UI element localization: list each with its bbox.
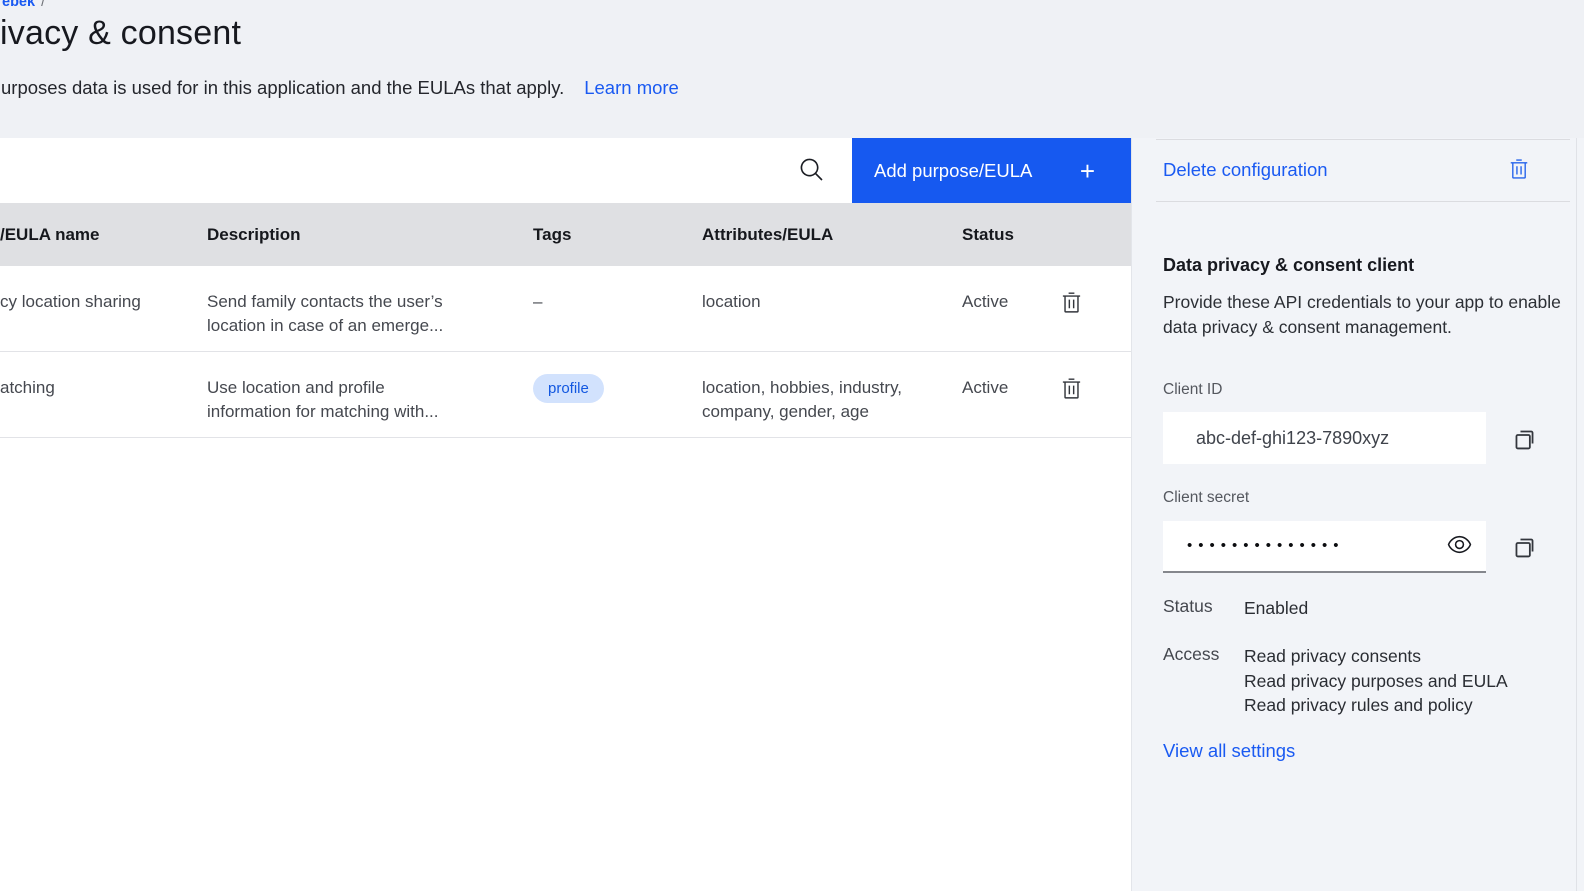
client-secret-field[interactable]: ••••••••••••••: [1163, 521, 1486, 573]
add-purpose-eula-button[interactable]: Add purpose/EULA +: [852, 138, 1131, 203]
learn-more-link[interactable]: Learn more: [584, 77, 679, 98]
column-header-status: Status: [962, 225, 1058, 245]
status-label: Status: [1163, 596, 1244, 621]
breadcrumb-separator: /: [41, 0, 45, 10]
section-description: Provide these API credentials to your ap…: [1163, 290, 1561, 339]
plus-icon: +: [1080, 158, 1095, 184]
delete-row-button[interactable]: [1060, 377, 1083, 403]
attributes-line: location, hobbies, industry,: [702, 376, 938, 400]
trash-icon: [1060, 302, 1083, 317]
column-header-attributes: Attributes/EULA: [702, 225, 962, 245]
attributes-line: company, gender, age: [702, 400, 938, 424]
add-purpose-eula-label: Add purpose/EULA: [874, 160, 1032, 182]
column-header-tags: Tags: [533, 225, 702, 245]
status-value: Active: [962, 376, 1058, 400]
copy-icon: [1512, 548, 1537, 563]
eye-icon: [1447, 532, 1472, 560]
access-value-line: Read privacy rules and policy: [1244, 693, 1508, 718]
table-toolbar: Add purpose/EULA +: [0, 138, 1131, 203]
trash-icon: [1060, 388, 1083, 403]
description-line: Send family contacts the user’s: [207, 290, 509, 314]
purpose-name: atching: [0, 376, 207, 400]
page-subtitle-row: urposes data is used for in this applica…: [1, 77, 679, 99]
purpose-name: cy location sharing: [0, 290, 207, 314]
status-value: Enabled: [1244, 596, 1308, 621]
access-row: Access Read privacy consents Read privac…: [1163, 644, 1508, 718]
attributes-line: location: [702, 290, 938, 314]
description-line: Use location and profile: [207, 376, 509, 400]
breadcrumb[interactable]: ebek /: [2, 0, 45, 10]
breadcrumb-link[interactable]: ebek: [2, 0, 35, 10]
access-label: Access: [1163, 644, 1244, 718]
tag-pill: profile: [533, 374, 604, 403]
purpose-tags: –: [533, 290, 702, 314]
table-row[interactable]: cy location sharing Send family contacts…: [0, 266, 1131, 352]
copy-client-id-button[interactable]: [1511, 427, 1537, 453]
search-button[interactable]: [787, 146, 837, 196]
access-value-line: Read privacy purposes and EULA: [1244, 669, 1508, 694]
purpose-attributes: location, hobbies, industry, company, ge…: [702, 376, 962, 424]
section-heading: Data privacy & consent client: [1163, 255, 1414, 276]
view-all-settings-link[interactable]: View all settings: [1163, 740, 1295, 762]
side-panel: Delete configuration Data privacy & cons…: [1131, 138, 1584, 891]
description-line: information for matching with...: [207, 400, 509, 424]
access-values: Read privacy consents Read privacy purpo…: [1244, 644, 1508, 718]
client-id-label: Client ID: [1163, 381, 1222, 399]
column-header-description: Description: [207, 225, 533, 245]
copy-client-secret-button[interactable]: [1511, 535, 1537, 561]
table-header-row: /EULA name Description Tags Attributes/E…: [0, 203, 1131, 266]
purpose-description: Send family contacts the user’s location…: [207, 290, 533, 338]
show-secret-button[interactable]: [1447, 532, 1472, 560]
table-row[interactable]: atching Use location and profile informa…: [0, 352, 1131, 438]
client-secret-masked-value: ••••••••••••••: [1187, 538, 1447, 555]
row-actions: [1058, 290, 1131, 321]
client-id-field[interactable]: abc-def-ghi123-7890xyz: [1163, 412, 1486, 464]
copy-icon: [1512, 440, 1537, 455]
access-value-line: Read privacy consents: [1244, 644, 1508, 669]
row-actions: [1058, 376, 1131, 407]
purpose-tags: profile: [533, 376, 702, 403]
client-credentials-section: Data privacy & consent client Provide th…: [1163, 138, 1530, 891]
delete-row-button[interactable]: [1060, 291, 1083, 317]
description-line: location in case of an emerge...: [207, 314, 509, 338]
search-icon: [799, 157, 825, 186]
purpose-attributes: location: [702, 290, 962, 314]
status-row: Status Enabled: [1163, 596, 1308, 621]
page-subtitle: urposes data is used for in this applica…: [1, 77, 564, 98]
scrollbar-track[interactable]: [1576, 138, 1577, 891]
page-title: ivacy & consent: [0, 14, 241, 53]
purpose-description: Use location and profile information for…: [207, 376, 533, 424]
client-secret-label: Client secret: [1163, 489, 1249, 507]
status-value: Active: [962, 290, 1058, 314]
column-header-eula-name: /EULA name: [0, 225, 207, 245]
main-content: Add purpose/EULA + /EULA name Descriptio…: [0, 138, 1131, 891]
